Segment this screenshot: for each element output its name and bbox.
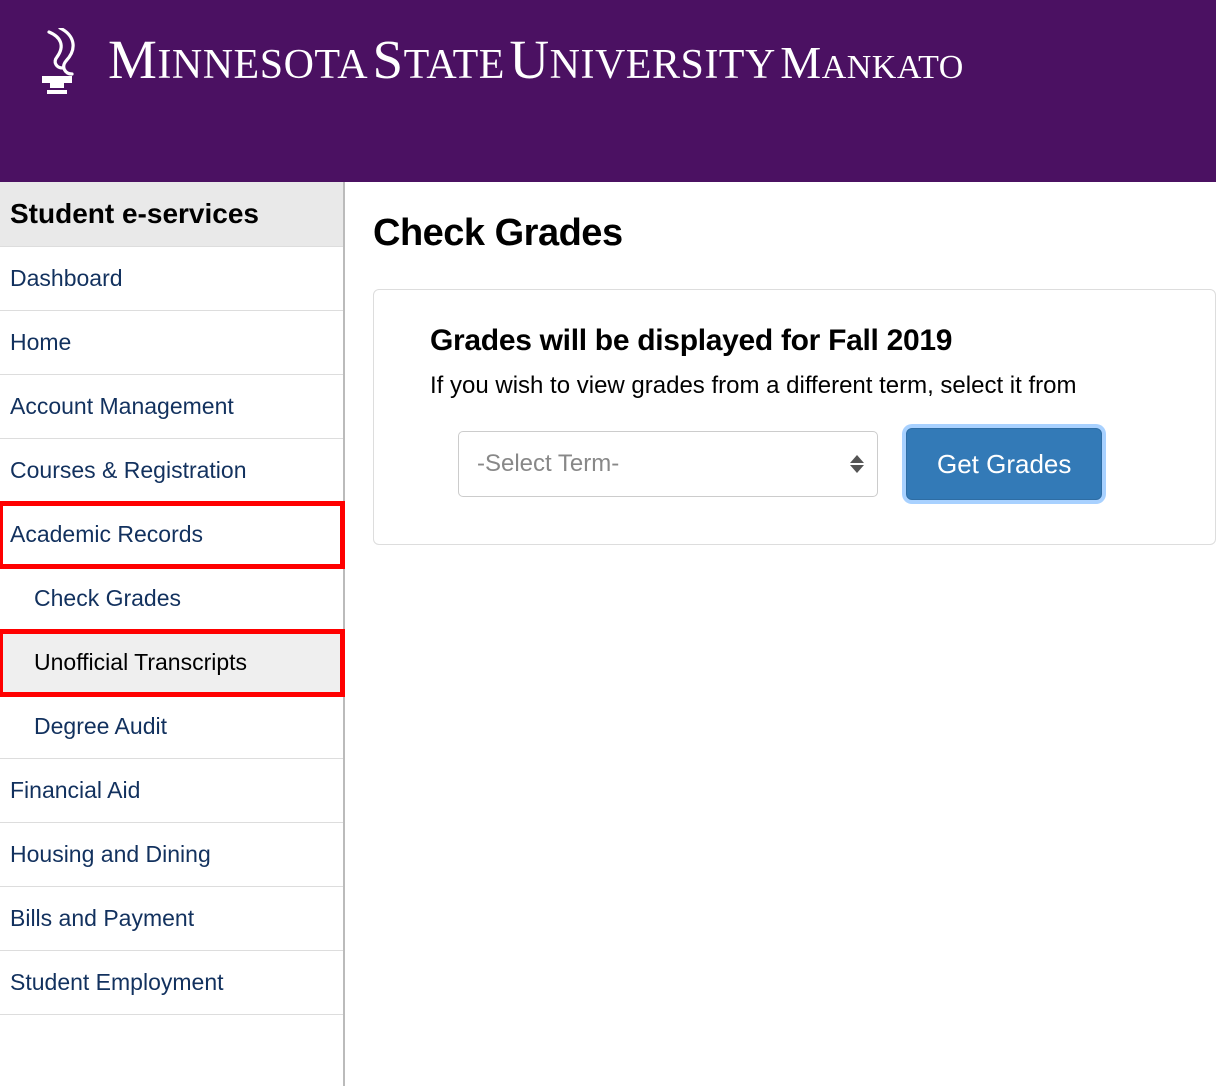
sidebar: Student e-services DashboardHomeAccount … bbox=[0, 182, 345, 1086]
sidebar-item-academic-records[interactable]: Academic Records bbox=[0, 503, 343, 567]
sidebar-item-dashboard[interactable]: Dashboard bbox=[0, 247, 343, 311]
sidebar-item-home[interactable]: Home bbox=[0, 311, 343, 375]
grades-panel: Grades will be displayed for Fall 2019 I… bbox=[373, 289, 1216, 545]
sidebar-item-degree-audit[interactable]: Degree Audit bbox=[0, 695, 343, 759]
banner-title: MINNESOTA STATE UNIVERSITY MANKATO bbox=[108, 28, 964, 91]
sidebar-item-courses-registration[interactable]: Courses & Registration bbox=[0, 439, 343, 503]
sidebar-title: Student e-services bbox=[0, 182, 343, 247]
university-logo-icon bbox=[28, 28, 86, 98]
sidebar-item-financial-aid[interactable]: Financial Aid bbox=[0, 759, 343, 823]
term-form: -Select Term- Get Grades bbox=[430, 428, 1181, 500]
panel-heading: Grades will be displayed for Fall 2019 bbox=[430, 324, 1181, 358]
sidebar-item-unofficial-transcripts[interactable]: Unofficial Transcripts bbox=[0, 631, 343, 695]
select-term-dropdown[interactable]: -Select Term- bbox=[458, 431, 878, 497]
sidebar-item-housing-and-dining[interactable]: Housing and Dining bbox=[0, 823, 343, 887]
main-content: Check Grades Grades will be displayed fo… bbox=[345, 182, 1216, 1086]
panel-subtext: If you wish to view grades from a differ… bbox=[430, 372, 1181, 400]
sidebar-item-bills-and-payment[interactable]: Bills and Payment bbox=[0, 887, 343, 951]
banner: MINNESOTA STATE UNIVERSITY MANKATO bbox=[0, 0, 1216, 182]
select-placeholder: -Select Term- bbox=[477, 450, 619, 478]
sidebar-item-student-employment[interactable]: Student Employment bbox=[0, 951, 343, 1015]
get-grades-button[interactable]: Get Grades bbox=[906, 428, 1102, 500]
page-title: Check Grades bbox=[373, 212, 1216, 255]
sidebar-item-account-management[interactable]: Account Management bbox=[0, 375, 343, 439]
sidebar-item-check-grades[interactable]: Check Grades bbox=[0, 567, 343, 631]
